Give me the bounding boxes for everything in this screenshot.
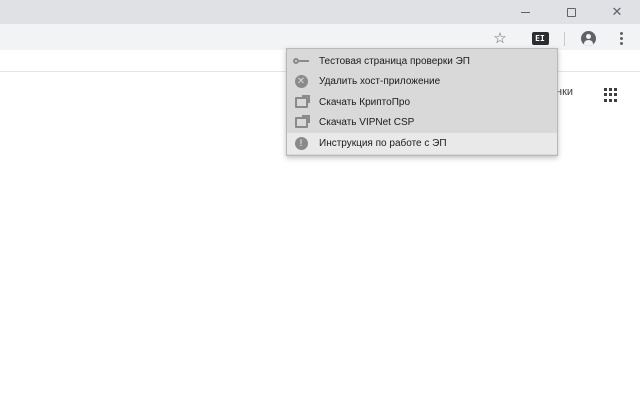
more-vert-icon <box>619 31 623 45</box>
close-icon: ✕ <box>611 4 623 19</box>
info-icon: ! <box>293 136 309 150</box>
menu-item-remove-host[interactable]: ✕ Удалить хост-приложение <box>287 72 557 93</box>
maximize-window-button[interactable] <box>548 0 594 24</box>
menu-item-label: Скачать КриптоПро <box>319 96 411 108</box>
toolbar-separator <box>564 32 565 46</box>
remove-circle-icon: ✕ <box>293 75 309 89</box>
menu-item-download-vipnet[interactable]: Скачать VIPNet CSP <box>287 113 557 134</box>
menu-item-label: Инструкция по работе с ЭП <box>319 137 447 149</box>
bookmark-star-button[interactable]: ☆ <box>490 28 510 48</box>
address-bar[interactable] <box>0 26 516 50</box>
menu-item-label: Тестовая страница проверки ЭП <box>319 55 470 67</box>
menu-item-test-page[interactable]: Тестовая страница проверки ЭП <box>287 51 557 72</box>
extension-icon: EI <box>531 31 549 45</box>
extension-dropdown-menu: Тестовая страница проверки ЭП ✕ Удалить … <box>286 48 558 156</box>
menu-item-download-cryptopro[interactable]: Скачать КриптоПро <box>287 92 557 113</box>
menu-item-label: Удалить хост-приложение <box>319 76 441 88</box>
menu-item-label: Скачать VIPNet CSP <box>319 117 415 129</box>
minimize-icon <box>520 12 530 13</box>
page-link-partial[interactable]: нки <box>556 86 573 98</box>
browser-menu-button[interactable] <box>611 28 631 48</box>
minimize-window-button[interactable] <box>502 0 548 24</box>
key-icon <box>293 54 309 68</box>
profile-icon <box>580 30 596 46</box>
external-link-icon <box>293 115 310 130</box>
profile-button[interactable] <box>578 28 598 48</box>
apps-grid-icon[interactable] <box>604 88 618 102</box>
close-window-button[interactable]: ✕ <box>594 0 640 24</box>
maximize-icon <box>566 7 576 17</box>
external-link-icon <box>293 94 310 109</box>
menu-item-instructions[interactable]: ! Инструкция по работе с ЭП <box>287 133 557 154</box>
window-titlebar: ✕ <box>0 0 640 24</box>
extension-button[interactable]: EI <box>530 28 550 48</box>
browser-toolbar: ☆ EI <box>0 24 640 50</box>
star-icon: ☆ <box>493 30 507 47</box>
